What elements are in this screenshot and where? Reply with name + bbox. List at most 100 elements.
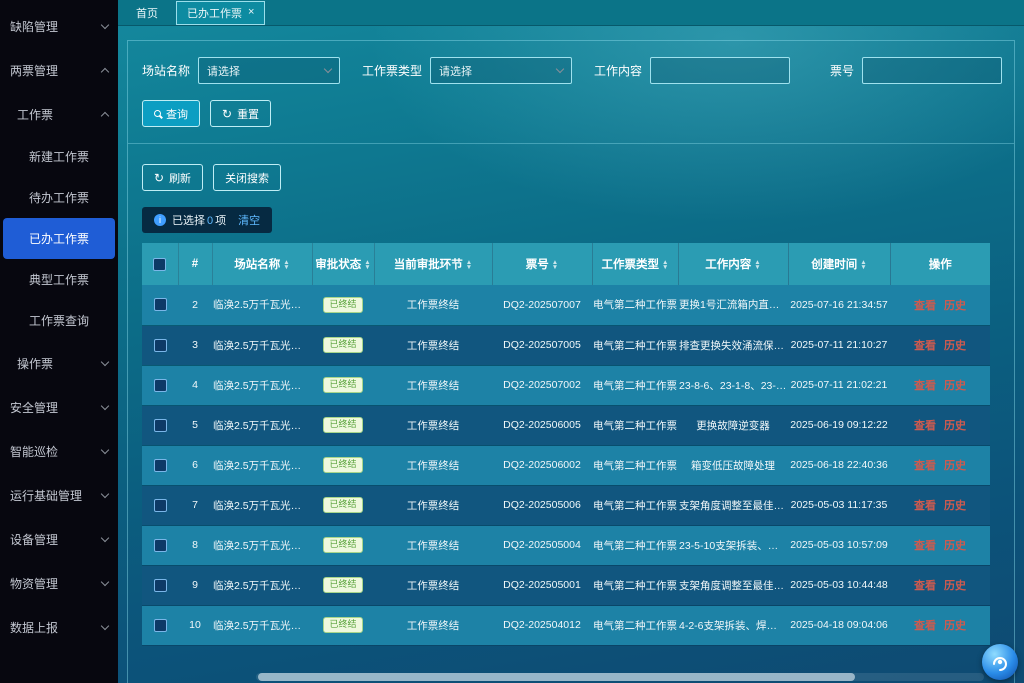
sidebar-item[interactable]: 操作票 [0,341,118,385]
column-header[interactable]: 审批状态▲▼ [312,243,374,285]
view-link[interactable]: 查看 [914,420,936,432]
view-link[interactable]: 查看 [914,580,936,592]
history-link[interactable]: 历史 [944,300,966,312]
sort-icon[interactable]: ▲▼ [283,260,289,270]
column-header[interactable]: 票号▲▼ [492,243,592,285]
select-all-checkbox[interactable] [153,258,166,271]
reset-button[interactable]: ↻ 重置 [210,100,271,127]
row-checkbox[interactable] [154,339,167,352]
row-status-cell: 已终结 [312,445,374,485]
row-checkbox[interactable] [154,579,167,592]
history-link[interactable]: 历史 [944,540,966,552]
row-work-content: 23-8-6、23-1-8、23-1-9... [678,365,788,405]
history-link[interactable]: 历史 [944,380,966,392]
ticket-type-select[interactable]: 请选择 [430,57,572,84]
view-link[interactable]: 查看 [914,380,936,392]
sidebar-item[interactable]: 两票管理 [0,48,118,92]
table-row: 9临涣2.5万千瓦光伏电...已终结工作票终结DQ2-202505001电气第二… [142,565,990,605]
view-link[interactable]: 查看 [914,340,936,352]
history-link[interactable]: 历史 [944,620,966,632]
sidebar-item-label: 运行基础管理 [10,487,82,504]
row-index: 7 [178,485,212,525]
view-link[interactable]: 查看 [914,460,936,472]
assistant-float-button[interactable] [982,644,1018,680]
row-ticket-no: DQ2-202506005 [492,405,592,445]
row-checkbox[interactable] [154,499,167,512]
row-index: 8 [178,525,212,565]
view-link[interactable]: 查看 [914,500,936,512]
tab-home[interactable]: 首页 [126,2,168,24]
sidebar-item[interactable]: 待办工作票 [0,177,118,218]
sidebar-item[interactable]: 安全管理 [0,385,118,429]
row-station: 临涣2.5万千瓦光伏电... [212,445,312,485]
row-ticket-type: 电气第二种工作票 [592,325,678,365]
history-link[interactable]: 历史 [944,420,966,432]
ticket-no-input[interactable] [862,57,1002,84]
table-row: 7临涣2.5万千瓦光伏电...已终结工作票终结DQ2-202505006电气第二… [142,485,990,525]
chevron-up-icon [101,111,109,119]
history-link[interactable]: 历史 [944,580,966,592]
refresh-button[interactable]: ↻ 刷新 [142,164,203,191]
query-button[interactable]: 查询 [142,100,200,127]
work-content-input[interactable] [650,57,790,84]
chevron-down-icon [324,65,332,73]
row-checkbox[interactable] [154,379,167,392]
chevron-down-icon [101,401,109,409]
station-name-select[interactable]: 请选择 [198,57,340,84]
sort-icon[interactable]: ▲▼ [466,260,472,270]
row-checkbox[interactable] [154,619,167,632]
column-header[interactable]: 工作内容▲▼ [678,243,788,285]
horizontal-scrollbar [256,673,984,681]
row-work-content: 更换1号汇流箱内直流断... [678,285,788,325]
sidebar-item[interactable]: 智能巡检 [0,429,118,473]
horizontal-scrollbar-thumb[interactable] [258,673,855,681]
sort-icon[interactable]: ▲▼ [364,260,370,270]
row-checkbox[interactable] [154,539,167,552]
row-actions: 查看历史 [890,285,990,325]
row-work-content: 箱变低压故障处理 [678,445,788,485]
sort-icon[interactable]: ▲▼ [754,260,760,270]
sort-icon[interactable]: ▲▼ [860,260,866,270]
column-header[interactable]: 场站名称▲▼ [212,243,312,285]
row-checkbox[interactable] [154,459,167,472]
history-link[interactable]: 历史 [944,500,966,512]
sidebar-item[interactable]: 物资管理 [0,561,118,605]
clear-selection-link[interactable]: 清空 [238,212,260,228]
close-search-button-label: 关闭搜索 [225,170,269,186]
sidebar-item-label: 已办工作票 [29,230,89,247]
sort-icon[interactable]: ▲▼ [552,260,558,270]
sidebar-item[interactable]: 数据上报 [0,605,118,649]
sidebar-item[interactable]: 新建工作票 [0,136,118,177]
column-header[interactable]: 工作票类型▲▼ [592,243,678,285]
column-header-label: 当前审批环节 [394,259,463,271]
tab-done-work-tickets[interactable]: 已办工作票 × [176,1,265,25]
sidebar-item[interactable]: 运行基础管理 [0,473,118,517]
column-header[interactable]: 当前审批环节▲▼ [374,243,492,285]
sort-icon[interactable]: ▲▼ [662,260,668,270]
row-station: 临涣2.5万千瓦光伏电... [212,405,312,445]
view-link[interactable]: 查看 [914,540,936,552]
sidebar-item[interactable]: 缺陷管理 [0,4,118,48]
sidebar-item[interactable]: 工作票 [0,92,118,136]
column-header-label: 操作 [929,259,952,271]
view-link[interactable]: 查看 [914,620,936,632]
row-checkbox[interactable] [154,419,167,432]
row-work-content: 23-5-10支架拆装、焊接... [678,525,788,565]
sidebar-item[interactable]: 典型工作票 [0,259,118,300]
close-search-button[interactable]: 关闭搜索 [213,164,281,191]
row-checkbox-cell [142,445,178,485]
sidebar-item[interactable]: 已办工作票 [3,218,115,259]
history-link[interactable]: 历史 [944,340,966,352]
sidebar-item[interactable]: 工作票查询 [0,300,118,341]
sidebar-item[interactable]: 设备管理 [0,517,118,561]
history-link[interactable]: 历史 [944,460,966,472]
view-link[interactable]: 查看 [914,300,936,312]
row-approval-step: 工作票终结 [374,485,492,525]
tab-close-icon[interactable]: × [248,7,254,18]
column-header[interactable]: 创建时间▲▼ [788,243,890,285]
column-header-label: 创建时间 [811,259,857,271]
row-status-cell: 已终结 [312,325,374,365]
row-checkbox[interactable] [154,298,167,311]
sidebar-item-label: 设备管理 [10,531,58,548]
info-icon: i [154,214,166,226]
